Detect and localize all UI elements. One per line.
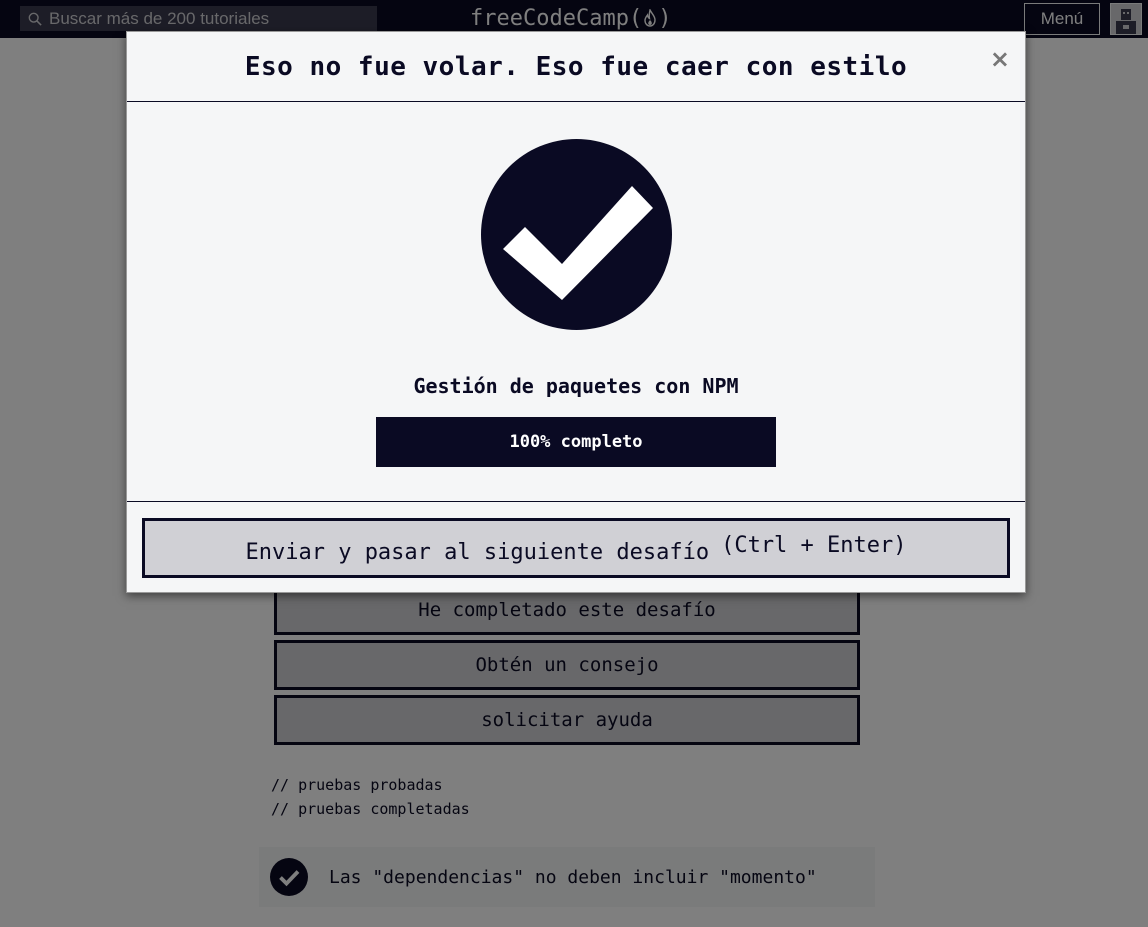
- modal-header: Eso no fue volar. Eso fue caer con estil…: [127, 32, 1025, 102]
- certification-title: Gestión de paquetes con NPM: [413, 374, 739, 398]
- progress-text: 100% completo: [509, 432, 643, 452]
- completion-progress-bar: 100% completo: [376, 417, 776, 467]
- modal-body: Gestión de paquetes con NPM 100% complet…: [127, 102, 1025, 502]
- success-check-icon: [481, 139, 672, 330]
- modal-footer: Enviar y pasar al siguiente desafío (Ctr…: [127, 502, 1025, 592]
- keyboard-shortcut-hint: (Ctrl + Enter): [721, 532, 907, 558]
- modal-title: Eso no fue volar. Eso fue caer con estil…: [244, 51, 908, 82]
- submit-next-challenge-button[interactable]: Enviar y pasar al siguiente desafío (Ctr…: [142, 518, 1010, 578]
- close-button[interactable]: ×: [990, 47, 1010, 71]
- completion-modal: Eso no fue volar. Eso fue caer con estil…: [126, 31, 1026, 593]
- submit-label: Enviar y pasar al siguiente desafío: [245, 539, 710, 565]
